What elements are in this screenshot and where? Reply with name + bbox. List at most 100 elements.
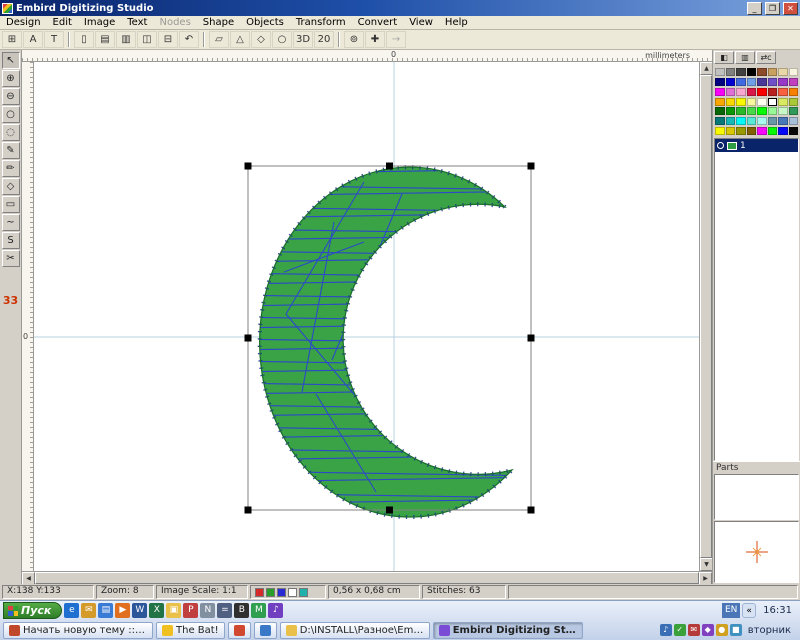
menu-edit[interactable]: Edit <box>47 17 78 28</box>
antivirus-icon[interactable]: ✓ <box>674 624 686 636</box>
zoom-out-tool[interactable]: ⊖ <box>2 88 20 105</box>
rectangle-tool[interactable]: ▭ <box>2 196 20 213</box>
stitch-mode-icon[interactable] <box>255 588 264 597</box>
close-button[interactable]: ✕ <box>783 2 798 15</box>
undo-icon[interactable]: ↶ <box>179 31 199 48</box>
text-tool-icon[interactable]: T <box>44 31 64 48</box>
palette-color[interactable] <box>736 88 746 96</box>
title-bar[interactable]: Embird Digitizing Studio _ ❐ ✕ <box>0 0 800 16</box>
palette-color[interactable] <box>736 117 746 125</box>
circle-mode-icon[interactable]: ○ <box>272 31 292 48</box>
view-3d-icon[interactable]: 3D <box>293 31 313 48</box>
palette-color[interactable] <box>715 107 725 115</box>
palette-color[interactable] <box>736 98 746 106</box>
shape-mode-icon[interactable]: △ <box>230 31 250 48</box>
taskbar-task[interactable] <box>228 622 251 639</box>
design-grid-icon[interactable]: ⊞ <box>2 31 22 48</box>
visibility-icon[interactable] <box>717 142 724 149</box>
palette-color[interactable] <box>768 98 778 106</box>
mail-notify-icon[interactable]: ✉ <box>688 624 700 636</box>
palette-color[interactable] <box>757 98 767 106</box>
grid-20-icon[interactable]: 20 <box>314 31 334 48</box>
ellipse-tool[interactable]: ○ <box>2 106 20 123</box>
vertical-scrollbar[interactable]: ▲ ▼ <box>699 62 712 571</box>
palette-color[interactable] <box>715 98 725 106</box>
palette-color[interactable] <box>726 78 736 86</box>
menu-design[interactable]: Design <box>0 17 47 28</box>
pencil-tool[interactable]: ✏ <box>2 160 20 177</box>
palette-color[interactable] <box>757 88 767 96</box>
palette-color[interactable] <box>726 107 736 115</box>
volume-icon[interactable]: ♪ <box>660 624 672 636</box>
selection-handle[interactable] <box>386 163 393 170</box>
tray-collapse-button[interactable]: « <box>742 603 756 618</box>
center-design-icon[interactable]: ⊚ <box>344 31 364 48</box>
palette-color[interactable] <box>747 98 757 106</box>
palette-color[interactable] <box>768 127 778 135</box>
horizontal-scrollbar[interactable]: ◀ ▶ <box>22 571 712 584</box>
stitch-mode-icon[interactable] <box>299 588 308 597</box>
pointer-tool[interactable]: ↖ <box>2 52 20 69</box>
palette-color[interactable] <box>757 117 767 125</box>
selection-handle[interactable] <box>528 507 535 514</box>
add-node-icon[interactable]: ✚ <box>365 31 385 48</box>
mail-icon[interactable]: ✉ <box>81 603 96 618</box>
design-canvas[interactable] <box>34 62 699 571</box>
pattern-mode-button[interactable]: ▥ <box>735 51 755 64</box>
taskbar-task[interactable]: Начать новую тему :: B... <box>3 622 153 639</box>
object-list-item[interactable]: 1 <box>715 139 798 152</box>
menu-transform[interactable]: Transform <box>290 17 352 28</box>
menu-objects[interactable]: Objects <box>240 17 290 28</box>
palette-color[interactable] <box>715 88 725 96</box>
update-icon[interactable]: ● <box>716 624 728 636</box>
palette-color[interactable] <box>736 107 746 115</box>
export-icon[interactable]: ⊟ <box>158 31 178 48</box>
palette-color[interactable] <box>789 98 799 106</box>
s-curve-tool[interactable]: S <box>2 232 20 249</box>
palette-color[interactable] <box>757 127 767 135</box>
palette-color[interactable] <box>789 107 799 115</box>
palette-color[interactable] <box>736 127 746 135</box>
palette-color[interactable] <box>715 68 725 76</box>
palette-color[interactable] <box>715 127 725 135</box>
open-design-icon[interactable]: ▥ <box>116 31 136 48</box>
app-tray-icon[interactable]: ◆ <box>702 624 714 636</box>
menu-view[interactable]: View <box>403 17 439 28</box>
palette-color[interactable] <box>789 117 799 125</box>
menu-convert[interactable]: Convert <box>352 17 404 28</box>
shape-tool[interactable]: ◇ <box>2 178 20 195</box>
menu-text[interactable]: Text <box>121 17 153 28</box>
parts-list[interactable] <box>714 474 799 520</box>
language-indicator[interactable]: EN <box>722 603 740 618</box>
palette-color[interactable] <box>768 78 778 86</box>
palette-color[interactable] <box>726 98 736 106</box>
notepad-icon[interactable]: N <box>200 603 215 618</box>
palette-color[interactable] <box>726 127 736 135</box>
palette-color[interactable] <box>778 68 788 76</box>
stitch-mode-icon[interactable] <box>266 588 275 597</box>
menu-image[interactable]: Image <box>78 17 121 28</box>
selection-handle[interactable] <box>386 507 393 514</box>
menu-shape[interactable]: Shape <box>197 17 240 28</box>
selection-handle[interactable] <box>245 163 252 170</box>
fill-mode-button[interactable]: ◧ <box>714 51 734 64</box>
object-list[interactable]: 1 <box>714 138 799 461</box>
palette-color[interactable] <box>757 78 767 86</box>
start-button[interactable]: Пуск <box>3 602 62 619</box>
palette-color[interactable] <box>736 68 746 76</box>
the-bat-icon[interactable]: B <box>234 603 249 618</box>
palette-color[interactable] <box>715 78 725 86</box>
winamp-icon[interactable]: ♪ <box>268 603 283 618</box>
calculator-icon[interactable]: = <box>217 603 232 618</box>
palette-color[interactable] <box>715 117 725 125</box>
media-player-icon[interactable]: ▶ <box>115 603 130 618</box>
palette-color[interactable] <box>768 107 778 115</box>
new-file-icon[interactable]: ▯ <box>74 31 94 48</box>
palette-color[interactable] <box>768 68 778 76</box>
open-file-icon[interactable]: ▤ <box>95 31 115 48</box>
thread-chart-button[interactable]: ⇄c <box>756 51 776 64</box>
palette-color[interactable] <box>747 127 757 135</box>
selection-handle[interactable] <box>528 163 535 170</box>
taskbar-task[interactable]: D:\INSTALL\Разное\Embird <box>280 622 430 639</box>
taskbar-task[interactable]: Embird Digitizing Stud... <box>433 622 583 639</box>
